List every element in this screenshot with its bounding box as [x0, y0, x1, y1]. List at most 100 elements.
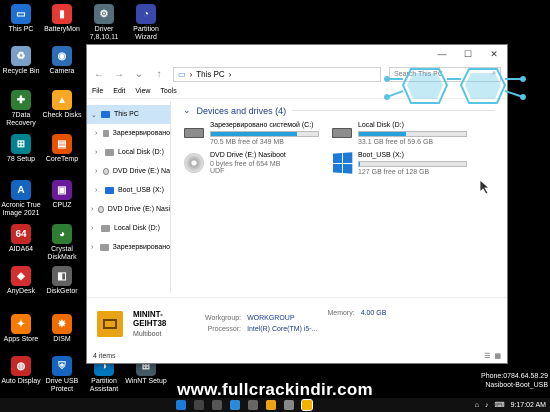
desktop-icon-batterymon[interactable]: ▮ BatteryMon: [38, 4, 86, 34]
up-arrow-icon[interactable]: ↑: [153, 69, 165, 80]
chevron-right-icon[interactable]: ›: [95, 187, 101, 194]
hard-drive-icon: [332, 128, 352, 138]
chevron-right-icon[interactable]: ›: [91, 206, 94, 213]
thermometer-icon: ▤: [52, 134, 72, 154]
menu-view[interactable]: View: [135, 88, 150, 95]
desktop-icon-partition-wizard[interactable]: ◔ Partition Wizard: [122, 4, 170, 42]
nav-item-this-pc[interactable]: ⌄ This PC: [87, 105, 170, 124]
dvd-icon: [98, 206, 104, 213]
glasses-logo: [384, 68, 526, 104]
dvd-icon: [102, 168, 109, 175]
menu-file[interactable]: File: [92, 88, 103, 95]
diskgetor-icon: ◧: [52, 266, 72, 286]
desktop-icon-camera[interactable]: ◉ Camera: [38, 46, 86, 76]
dism-icon: ✸: [52, 314, 72, 334]
check-disk-icon: ▲: [52, 90, 72, 110]
network-icon[interactable]: ⌂: [475, 402, 479, 409]
camera-icon: ◉: [52, 46, 72, 66]
task-view-icon[interactable]: [212, 400, 222, 410]
drive-free-space: 0 bytes free of 654 MB: [210, 161, 281, 168]
chevron-down-icon[interactable]: ⌄: [133, 69, 145, 80]
folder-icon[interactable]: [266, 400, 276, 410]
dvd-rom-icon: [184, 153, 204, 173]
workgroup-value: WORKGROUP: [247, 314, 295, 322]
chevron-right-icon[interactable]: ›: [95, 130, 99, 137]
desktop-icon-check-disks[interactable]: ▲ Check Disks: [38, 90, 86, 120]
desktop-icon-diskgetor[interactable]: ◧ DiskGetor: [38, 266, 86, 296]
aida64-icon: 64: [11, 224, 31, 244]
crystal-disk-icon: ◕: [52, 224, 72, 244]
nav-item-dvd-drive-root[interactable]: › DVD Drive (E:) Nasi: [87, 200, 170, 219]
breadcrumb-sep: ›: [228, 69, 232, 79]
start-button-icon[interactable]: [176, 400, 186, 410]
clock[interactable]: 9:17:02 AM: [511, 402, 546, 409]
memory-properties: Memory: 4.00 GB: [327, 310, 386, 317]
chevron-right-icon[interactable]: ›: [91, 225, 97, 232]
settings-icon[interactable]: [284, 400, 294, 410]
nav-item-reserved-root[interactable]: › Зарезервировано: [87, 238, 170, 257]
drive-name: DVD Drive (E:) Nasiboot: [210, 152, 286, 159]
capacity-fill: [211, 132, 297, 136]
windows-logo-icon: [332, 152, 353, 174]
hard-drive-icon: [184, 128, 204, 138]
volume-icon[interactable]: ♪: [485, 402, 489, 409]
system-tray: ⌂ ♪ ⌨ 9:17:02 AM: [475, 401, 546, 410]
processor-label: Processor:: [207, 325, 242, 333]
navigation-pane: ⌄ This PC › Зарезервировано › Local Disk (D…: [87, 101, 171, 293]
nav-item-dvd-drive-e[interactable]: › DVD Drive (E:) Na: [87, 162, 170, 181]
drive-icon: [101, 225, 110, 232]
computer-properties: Workgroup: WORKGROUP Processor: Intel(R)…: [205, 315, 317, 333]
desktop-icon-coretemp[interactable]: ▤ CoreTemp: [38, 134, 86, 164]
desktop-icon-dism[interactable]: ✸ DISM: [38, 314, 86, 344]
media-player-icon[interactable]: [230, 400, 240, 410]
search-icon[interactable]: [194, 400, 204, 410]
menu-edit[interactable]: Edit: [113, 88, 125, 95]
processor-value: Intel(R) Core(TM) i5-...: [247, 325, 318, 333]
phone-line: Phone:0784.64.58.29: [481, 373, 548, 380]
drive-c[interactable]: Зарезервировано системой (C:) 70.5 MB fr…: [183, 122, 319, 146]
this-pc-icon: ▭: [11, 4, 31, 24]
this-pc-icon: ▭: [178, 69, 186, 79]
nav-item-local-disk-root[interactable]: › Local Disk (D:): [87, 219, 170, 238]
memory-label: Memory:: [327, 310, 355, 317]
memory-value: 4.00 GB: [360, 310, 387, 317]
keyboard-icon[interactable]: ⌨: [494, 401, 504, 409]
workgroup-label: Workgroup:: [205, 314, 242, 322]
drive-icon: [102, 130, 109, 137]
nav-item-reserved[interactable]: › Зарезервировано: [87, 124, 170, 143]
chevron-right-icon[interactable]: ›: [95, 168, 99, 175]
auto-display-icon: ◍: [11, 356, 31, 376]
breadcrumb-this-pc[interactable]: This PC: [196, 70, 224, 79]
chevron-down-icon: ⌄: [183, 105, 191, 115]
drive-free-space: 127 GB free of 128 GB: [358, 169, 430, 176]
partition-wizard-icon: ◔: [136, 4, 156, 24]
details-view-icon[interactable]: ☰: [484, 352, 490, 360]
nav-item-local-disk-d[interactable]: › Local Disk (D:): [87, 143, 170, 162]
drive-name: Boot_USB (X:): [358, 152, 404, 159]
drive-e[interactable]: DVD Drive (E:) Nasiboot 0 bytes free of …: [183, 152, 319, 176]
desktop-icon-driver[interactable]: ⚙ Driver 7,8,10,11: [80, 4, 128, 42]
status-bar: 4 items ☰ ▦: [87, 349, 507, 363]
explorer-taskbar-icon[interactable]: [301, 399, 313, 411]
apps-store-icon: ✦: [11, 314, 31, 334]
breadcrumb-sep: ›: [189, 69, 193, 79]
chevron-right-icon[interactable]: ›: [95, 149, 101, 156]
chevron-right-icon[interactable]: ›: [91, 244, 96, 251]
computer-name: MININT-GEIHT38: [133, 309, 167, 328]
driver-icon: ⚙: [94, 4, 114, 24]
menu-tools[interactable]: Tools: [160, 88, 176, 95]
battery-icon: ▮: [52, 4, 72, 24]
back-arrow-icon[interactable]: ←: [93, 69, 105, 80]
drive-icon: [105, 149, 114, 156]
tiles-view-icon[interactable]: ▦: [494, 352, 501, 360]
anydesk-icon: ◆: [11, 266, 31, 286]
terminal-icon[interactable]: [248, 400, 258, 410]
desktop-icon-crystal-diskmark[interactable]: ◕ Crystal DiskMark: [38, 224, 86, 262]
chevron-down-icon[interactable]: ⌄: [91, 111, 97, 119]
boot-label: Nasiboot-Boot_USB: [485, 382, 548, 389]
forward-arrow-icon[interactable]: →: [113, 69, 125, 80]
nav-item-boot-usb-x[interactable]: › Boot_USB (X:): [87, 181, 170, 200]
drive-x[interactable]: Boot_USB (X:) 127 GB free of 128 GB: [331, 152, 467, 176]
address-bar[interactable]: ▭ › This PC ›: [173, 66, 381, 82]
desktop-icon-cpuz[interactable]: ▣ CPUZ: [38, 180, 86, 210]
